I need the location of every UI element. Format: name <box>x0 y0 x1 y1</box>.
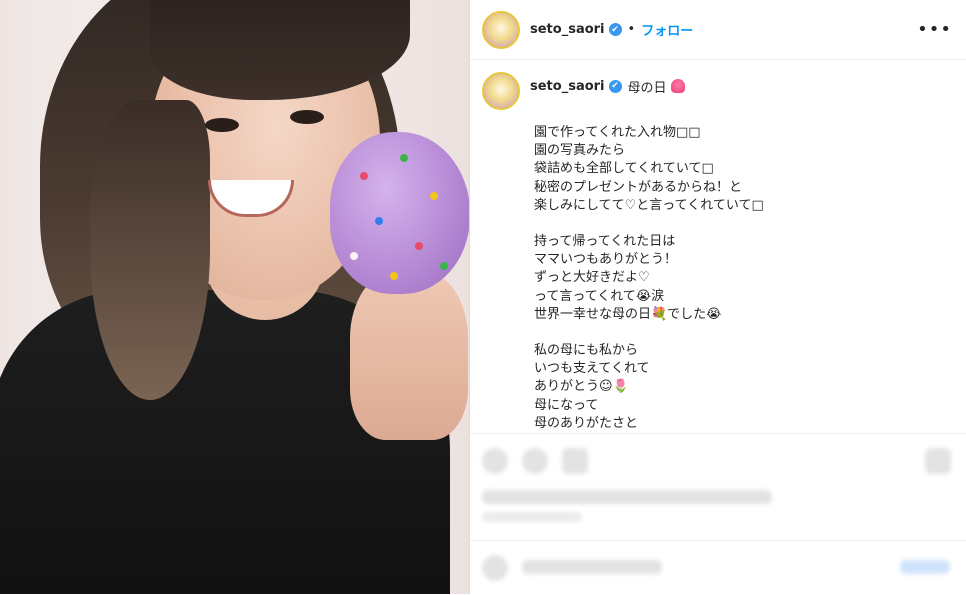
caption-username-link[interactable]: seto_saori <box>530 79 605 94</box>
photo-decoration <box>415 242 423 250</box>
username-link[interactable]: seto_saori <box>530 22 605 37</box>
caption-line: 楽しみにしてて♡と言ってくれていて□ <box>534 197 764 213</box>
caption-paragraph: 私の母にも私からいつも支えてくれてありがとう☺🌷母になって母のありがたさとすごさ… <box>534 342 952 432</box>
caption-line: 秘密のプレゼントがあるからね！と <box>534 179 743 195</box>
caption-line: 世界一幸せな母の日💐でした😭 <box>534 306 722 322</box>
caption-line: 袋詰めも全部してくれていて□ <box>534 161 714 177</box>
caption-paragraph: 園で作ってくれた入れ物□□ 園の写真みたら袋詰めも全部してくれていて□ 秘密のプレゼ… <box>534 124 952 215</box>
more-options-icon[interactable]: ••• <box>917 19 952 40</box>
emoji-icon[interactable] <box>482 555 508 581</box>
verified-badge-icon: ✔ <box>608 79 622 93</box>
avatar[interactable] <box>482 10 520 49</box>
caption-line: 母になって <box>534 397 599 413</box>
comment-input[interactable] <box>522 560 662 574</box>
photo-decoration <box>430 192 438 200</box>
post-side-panel: seto_saori ✔ • フォロー ••• seto_saori ✔ 母の日… <box>469 0 966 594</box>
caption-line: ママいつもありがとう！ <box>534 252 678 268</box>
caption-comment: seto_saori ✔ 母の日 園で作ってくれた入れ物□□ 園の写真みたら袋詰め… <box>482 70 952 432</box>
caption-line: 園で作ってくれた入れ物□□ <box>534 125 701 140</box>
caption-title: 母の日 <box>627 80 667 96</box>
post-photo[interactable] <box>0 0 469 594</box>
caption-paragraph: 持って帰ってくれた日は ママいつもありがとう！ ずっと大好きだよ♡ って言ってくれて😭… <box>534 233 952 324</box>
share-icon[interactable] <box>562 448 588 474</box>
photo-eye-left <box>205 118 239 132</box>
caption-line: いつも支えてくれて <box>534 361 650 377</box>
caption-line: 母のありがたさと <box>534 415 639 431</box>
photo-purple-container <box>330 132 469 294</box>
save-icon[interactable] <box>925 448 951 474</box>
verified-badge-icon: ✔ <box>608 23 622 36</box>
photo-hand <box>350 270 468 440</box>
post-date <box>482 512 582 522</box>
caption-body: 園で作ってくれた入れ物□□ 園の写真みたら袋詰めも全部してくれていて□ 秘密のプレゼ… <box>534 124 952 432</box>
photo-decoration <box>390 272 398 280</box>
photo-hair-side <box>90 100 210 400</box>
caption-line: ずっと大好きだよ♡ <box>534 270 650 286</box>
separator-dot: • <box>627 22 636 37</box>
instagram-post-view: seto_saori ✔ • フォロー ••• seto_saori ✔ 母の日… <box>0 0 966 594</box>
post-header: seto_saori ✔ • フォロー ••• <box>470 0 966 60</box>
photo-decoration <box>400 154 408 162</box>
caption-line: 園の写真みたら <box>534 143 626 159</box>
caption-title-line: seto_saori ✔ 母の日 <box>530 75 685 97</box>
post-comment-button[interactable] <box>900 560 950 574</box>
caption-line: 持って帰ってくれた日は <box>534 234 676 250</box>
photo-decoration <box>350 252 358 260</box>
caption-line: ありがとう☺🌷 <box>534 379 629 395</box>
photo-eye-right <box>290 110 324 124</box>
tulip-icon <box>670 79 685 93</box>
photo-decoration <box>360 172 368 180</box>
photo-decoration <box>375 217 383 225</box>
photo-decoration <box>440 262 448 270</box>
likes-summary <box>482 490 772 504</box>
caption-line: 私の母にも私から <box>534 343 639 359</box>
add-comment-bar <box>470 540 966 595</box>
comment-icon[interactable] <box>522 448 548 474</box>
caption-header: seto_saori ✔ 母の日 <box>482 70 952 110</box>
follow-button[interactable]: フォロー <box>641 20 693 39</box>
caption-avatar[interactable] <box>482 72 520 110</box>
caption-line: って言ってくれて😭涙 <box>534 288 665 304</box>
like-icon[interactable] <box>482 448 508 474</box>
